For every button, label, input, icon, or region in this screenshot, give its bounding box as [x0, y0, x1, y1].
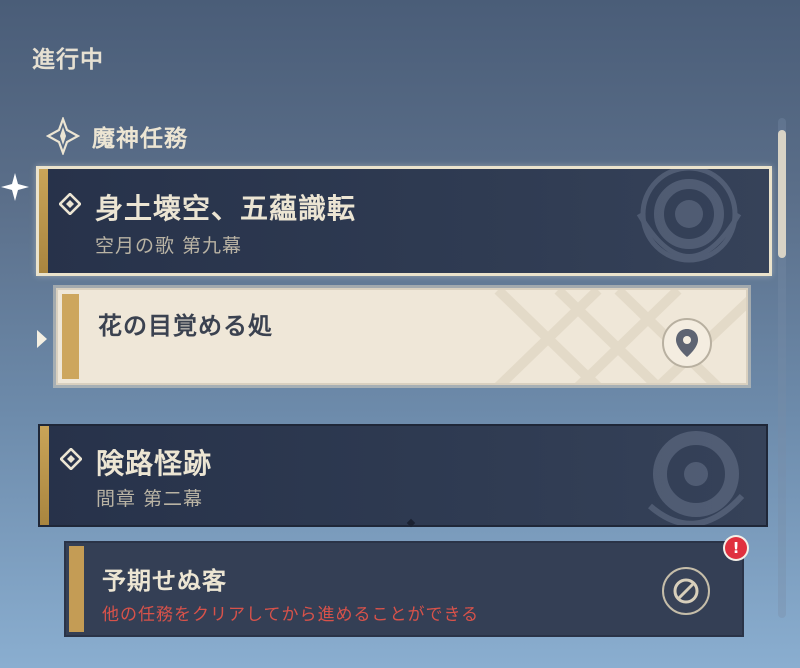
subquest-strip — [69, 546, 84, 632]
quest-subtitle: 空月の歌 第九幕 — [95, 235, 243, 257]
quest-category-archon: 魔神任務 — [46, 116, 188, 156]
blocked-icon — [673, 578, 699, 604]
quest-type-strip — [39, 169, 48, 273]
quest-entry-2[interactable]: 険路怪跡 間章 第二幕 — [38, 424, 768, 527]
subquest-title: 花の目覚める処 — [98, 312, 273, 340]
subquest-entry-1[interactable]: 花の目覚める処 — [56, 288, 748, 385]
subquest-title: 予期せぬ客 — [102, 567, 227, 595]
quest-type-strip — [40, 426, 49, 525]
tracked-sparkle-icon — [1, 173, 29, 201]
subquest-strip — [62, 294, 79, 379]
alert-badge: ! — [725, 537, 747, 559]
scrollbar-thumb[interactable] — [778, 130, 786, 258]
quest-title: 身土壊空、五蘊識転 — [95, 192, 357, 225]
quest-emblem-icon — [648, 431, 745, 525]
quest-emblem-icon — [636, 169, 742, 263]
subquest-entry-2[interactable]: 予期せぬ客 他の任務をクリアしてから進めることができる — [64, 541, 744, 637]
section-title: 進行中 — [32, 47, 104, 73]
quest-entry-1[interactable]: 身土壊空、五蘊識転 空月の歌 第九幕 — [36, 166, 772, 276]
archon-quest-icon — [46, 117, 80, 155]
quest-subtitle: 間章 第二幕 — [96, 488, 204, 510]
blocked-button[interactable] — [662, 567, 710, 615]
navigate-button[interactable] — [662, 318, 712, 368]
quest-title: 険路怪跡 — [96, 447, 213, 480]
scrollbar[interactable] — [778, 118, 786, 618]
category-label: 魔神任務 — [92, 126, 188, 152]
selected-arrow-icon — [37, 330, 47, 348]
quest-diamond-icon — [59, 193, 81, 215]
location-pin-icon — [676, 329, 698, 357]
quest-diamond-icon — [60, 448, 82, 470]
subquest-locked-message: 他の任務をクリアしてから進めることができる — [102, 605, 480, 625]
